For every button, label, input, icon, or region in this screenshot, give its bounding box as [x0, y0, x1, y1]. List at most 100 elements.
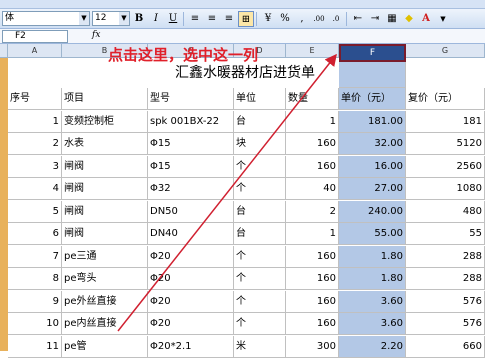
cell-no[interactable]: 7	[8, 245, 62, 268]
cell-qty[interactable]: 160	[286, 290, 339, 313]
cell-no[interactable]: 2	[8, 133, 62, 155]
cell-model[interactable]: Φ32	[148, 178, 234, 200]
cell-unit[interactable]: 个	[234, 155, 286, 178]
bold-button[interactable]: B	[131, 11, 147, 27]
cell-unit[interactable]: 台	[234, 200, 286, 223]
cell-unit[interactable]: 个	[234, 245, 286, 268]
cell-item[interactable]: 水表	[62, 133, 148, 155]
table-header-cell[interactable]: 序号	[8, 88, 62, 110]
cell-item[interactable]: 闸阀	[62, 178, 148, 200]
align-right-icon[interactable]: ≡	[221, 11, 237, 27]
borders-icon[interactable]: ▦	[384, 11, 400, 27]
cell-unit-price[interactable]: 240.00	[339, 200, 406, 223]
table-header-cell[interactable]: 项目	[62, 88, 148, 110]
cell-unit[interactable]: 个	[234, 268, 286, 290]
cell-qty[interactable]: 1	[286, 223, 339, 245]
cell-model[interactable]: DN40	[148, 223, 234, 245]
cell-total[interactable]: 2560	[406, 155, 485, 178]
cell-item[interactable]: 闸阀	[62, 200, 148, 223]
select-all-corner[interactable]	[0, 44, 8, 58]
align-left-icon[interactable]: ≡	[187, 11, 203, 27]
font-color-icon[interactable]: A	[418, 11, 434, 27]
cell-unit[interactable]: 个	[234, 178, 286, 200]
cell-total[interactable]: 5120	[406, 133, 485, 155]
cell-total[interactable]: 288	[406, 245, 485, 268]
cell-total[interactable]: 576	[406, 290, 485, 313]
cell-unit[interactable]: 台	[234, 110, 286, 133]
font-size-select[interactable]: 12 ▼	[92, 11, 130, 26]
row-headers[interactable]	[0, 58, 8, 351]
cell-unit[interactable]: 个	[234, 290, 286, 313]
cell-model[interactable]: Φ20	[148, 290, 234, 313]
table-header-cell[interactable]: 单价（元）	[339, 88, 406, 110]
cell-qty[interactable]: 40	[286, 178, 339, 200]
cell-total[interactable]: 660	[406, 335, 485, 358]
cell-qty[interactable]: 160	[286, 245, 339, 268]
cell-qty[interactable]: 1	[286, 110, 339, 133]
cell-item[interactable]: pe外丝直接	[62, 290, 148, 313]
table-header-cell[interactable]: 单位	[234, 88, 286, 110]
font-name-select[interactable]: 体 ▼	[2, 11, 90, 26]
cell-no[interactable]: 8	[8, 268, 62, 290]
cell-model[interactable]: Φ15	[148, 133, 234, 155]
cell-qty[interactable]: 160	[286, 313, 339, 335]
comma-style-icon[interactable]: ,	[294, 11, 310, 27]
cell-qty[interactable]: 160	[286, 133, 339, 155]
chevron-down-icon[interactable]: ▼	[79, 12, 89, 25]
cell-unit-price[interactable]: 32.00	[339, 133, 406, 155]
cell-total[interactable]: 480	[406, 200, 485, 223]
cell-unit-price[interactable]: 1.80	[339, 245, 406, 268]
cell-no[interactable]: 5	[8, 200, 62, 223]
cell-model[interactable]: Φ20*2.1	[148, 335, 234, 358]
table-header-cell[interactable]: 型号	[148, 88, 234, 110]
cell-model[interactable]: spk 001BX-22	[148, 110, 234, 133]
align-center-icon[interactable]: ≡	[204, 11, 220, 27]
cell-model[interactable]: DN50	[148, 200, 234, 223]
column-header-g[interactable]: G	[406, 44, 485, 58]
column-header-f[interactable]: F	[339, 44, 406, 62]
cell-total[interactable]: 576	[406, 313, 485, 335]
cell-item[interactable]: 闸阀	[62, 155, 148, 178]
cell-unit-price[interactable]: 16.00	[339, 155, 406, 178]
cell-unit-price[interactable]: 27.00	[339, 178, 406, 200]
cell-model[interactable]: Φ20	[148, 268, 234, 290]
cell-unit-price[interactable]: 3.60	[339, 313, 406, 335]
cell-unit[interactable]: 块	[234, 133, 286, 155]
cell-unit-price[interactable]: 55.00	[339, 223, 406, 245]
cell-qty[interactable]: 160	[286, 155, 339, 178]
increase-indent-icon[interactable]: ⇥	[367, 11, 383, 27]
cell-total[interactable]: 288	[406, 268, 485, 290]
cell-qty[interactable]: 300	[286, 335, 339, 358]
cell-no[interactable]: 9	[8, 290, 62, 313]
cell-item[interactable]: 闸阀	[62, 223, 148, 245]
underline-button[interactable]: U	[165, 11, 181, 27]
currency-icon[interactable]: ¥	[260, 11, 276, 27]
column-header-e[interactable]: E	[286, 44, 339, 58]
table-header-cell[interactable]: 复价（元）	[406, 88, 485, 110]
decrease-decimal-icon[interactable]: .0	[328, 11, 344, 27]
cell-f1[interactable]	[339, 62, 406, 88]
fill-color-icon[interactable]: ◆	[401, 11, 417, 27]
cell-unit[interactable]: 台	[234, 223, 286, 245]
cell-unit-price[interactable]: 181.00	[339, 110, 406, 133]
cell-total[interactable]: 1080	[406, 178, 485, 200]
cell-unit-price[interactable]: 3.60	[339, 290, 406, 313]
cell-no[interactable]: 4	[8, 178, 62, 200]
cell-no[interactable]: 10	[8, 313, 62, 335]
italic-button[interactable]: I	[148, 11, 164, 27]
cell-total[interactable]: 55	[406, 223, 485, 245]
chevron-down-icon[interactable]: ▼	[119, 12, 129, 25]
cell-total[interactable]: 181	[406, 110, 485, 133]
name-box[interactable]: F2	[2, 30, 68, 43]
cell-unit-price[interactable]: 2.20	[339, 335, 406, 358]
cell-model[interactable]: Φ15	[148, 155, 234, 178]
cell-model[interactable]: Φ20	[148, 313, 234, 335]
cell-item[interactable]: pe三通	[62, 245, 148, 268]
cell-no[interactable]: 11	[8, 335, 62, 358]
column-header-a[interactable]: A	[8, 44, 62, 58]
cell-unit[interactable]: 个	[234, 313, 286, 335]
cell-item[interactable]: pe内丝直接	[62, 313, 148, 335]
cell-model[interactable]: Φ20	[148, 245, 234, 268]
cell-no[interactable]: 6	[8, 223, 62, 245]
cell-item[interactable]: 变频控制柜	[62, 110, 148, 133]
